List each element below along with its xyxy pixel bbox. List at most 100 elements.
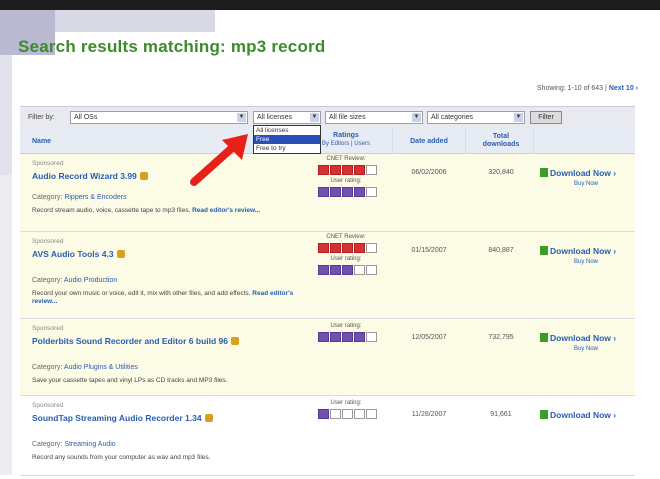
category-link[interactable]: Audio Production [64,277,117,284]
result-category: Category: Audio Production [32,277,117,284]
download-now-button[interactable]: Download Now › [540,246,616,256]
date-added: 01/15/2007 [411,247,447,254]
column-date[interactable]: Date added [400,138,458,146]
rating-square [366,409,377,419]
category-select[interactable]: All categories ▼ [427,111,525,124]
sponsored-label: Sponsored [32,402,64,409]
license-dropdown: All licenses Free Free to try [253,125,321,154]
user-rating [318,409,377,419]
arrow-icon: › [610,333,617,343]
download-icon [540,246,548,255]
decor-tile [55,10,215,32]
rating-square [366,243,377,253]
rating-square [354,332,365,342]
license-option-all[interactable]: All licenses [254,126,320,135]
result-row: Sponsored Audio Record Wizard 3.99 Categ… [20,154,635,232]
filter-button[interactable]: Filter [530,111,562,124]
rating-square [366,165,377,175]
result-title[interactable]: SoundTap Streaming Audio Recorder 1.34 [32,413,213,423]
user-rating-label: User rating: [330,256,362,262]
user-rating [318,187,377,197]
license-option-free-to-try[interactable]: Free to try [254,144,320,153]
sponsored-label: Sponsored [32,325,64,332]
arrow-icon: › [610,246,617,256]
decor-tile [0,175,12,475]
result-title-text: Polderbits Sound Recorder and Editor 6 b… [32,336,228,346]
description-text: Record your own music or voice, edit it,… [32,290,251,297]
user-rating-label: User rating: [330,323,362,329]
cnet-rating [318,243,377,253]
rating-square [366,187,377,197]
result-description: Record any sounds from your computer as … [32,454,211,461]
results-count: Showing: 1-10 of 643 | Next 10 › [537,85,638,92]
next-page-link[interactable]: Next 10 › [609,85,638,92]
download-now-button[interactable]: Download Now › [540,168,616,178]
award-icon [116,250,125,258]
download-icon [540,333,548,342]
download-icon [540,410,548,419]
category-link[interactable]: Rippers & Encoders [64,194,126,201]
column-downloads[interactable]: Total downloads [472,133,530,149]
rating-square [318,243,329,253]
red-arrow-annotation [190,134,248,186]
filter-bar: Filter by: All OSs ▼ All licenses ▼ All … [20,106,635,128]
editor-review-link[interactable]: Read editor's review... [192,207,260,214]
sponsored-label: Sponsored [32,238,64,245]
result-title[interactable]: AVS Audio Tools 4.3 [32,249,125,259]
total-downloads: 91,661 [490,411,512,418]
file-size-select[interactable]: All file sizes ▼ [325,111,423,124]
top-bar [0,0,660,10]
results-header: Name Ratings By Editors | Users Date add… [20,128,635,154]
rating-square [330,409,341,419]
result-description: Save your cassette tapes and vinyl LPs a… [32,377,228,384]
total-downloads: 840,887 [488,247,514,254]
total-downloads: 320,840 [488,169,514,176]
os-select[interactable]: All OSs ▼ [70,111,248,124]
category-select-value: All categories [431,114,474,121]
result-description: Record your own music or voice, edit it,… [32,290,302,306]
chevron-down-icon: ▼ [412,113,421,122]
rating-square [366,332,377,342]
rating-square [342,165,353,175]
rating-square [354,409,365,419]
license-select[interactable]: All licenses ▼ [253,111,321,124]
license-option-free[interactable]: Free [254,135,320,144]
download-now-button[interactable]: Download Now › [540,333,616,343]
award-icon [231,337,239,345]
rating-square [342,243,353,253]
result-title[interactable]: Polderbits Sound Recorder and Editor 6 b… [32,336,239,346]
date-added: 11/28/2007 [411,411,447,418]
category-label: Category: [32,441,63,448]
result-row: Sponsored AVS Audio Tools 4.3 Category: … [20,232,635,319]
chevron-down-icon: ▼ [310,113,319,122]
decor-tile [0,55,12,175]
rating-square [330,187,341,197]
cnet-review-label: CNET Review: [326,156,366,162]
rating-square [342,409,353,419]
category-link[interactable]: Streaming Audio [64,441,115,448]
result-row: Sponsored Polderbits Sound Recorder and … [20,319,635,396]
result-category: Category: Rippers & Encoders [32,194,127,201]
result-title[interactable]: Audio Record Wizard 3.99 [32,171,148,181]
os-select-value: All OSs [74,114,98,121]
download-now-button[interactable]: Download Now › [540,410,616,420]
rating-square [354,243,365,253]
buy-now-link[interactable]: Buy Now [574,181,598,187]
category-link[interactable]: Audio Plugins & Utilities [64,364,138,371]
download-now-label: Download Now [550,333,611,343]
award-icon [139,172,148,180]
license-select-value: All licenses [257,114,293,121]
rating-square [342,187,353,197]
rating-square [354,265,365,275]
buy-now-link[interactable]: Buy Now [574,259,598,265]
column-downloads-l2: downloads [482,141,520,148]
user-rating [318,332,377,342]
rating-square [318,409,329,419]
rating-square [342,265,353,275]
buy-now-link[interactable]: Buy Now [574,346,598,352]
download-now-label: Download Now [550,246,611,256]
column-name[interactable]: Name [32,138,51,146]
chevron-down-icon: ▼ [514,113,523,122]
rating-square [318,332,329,342]
rating-square [330,265,341,275]
